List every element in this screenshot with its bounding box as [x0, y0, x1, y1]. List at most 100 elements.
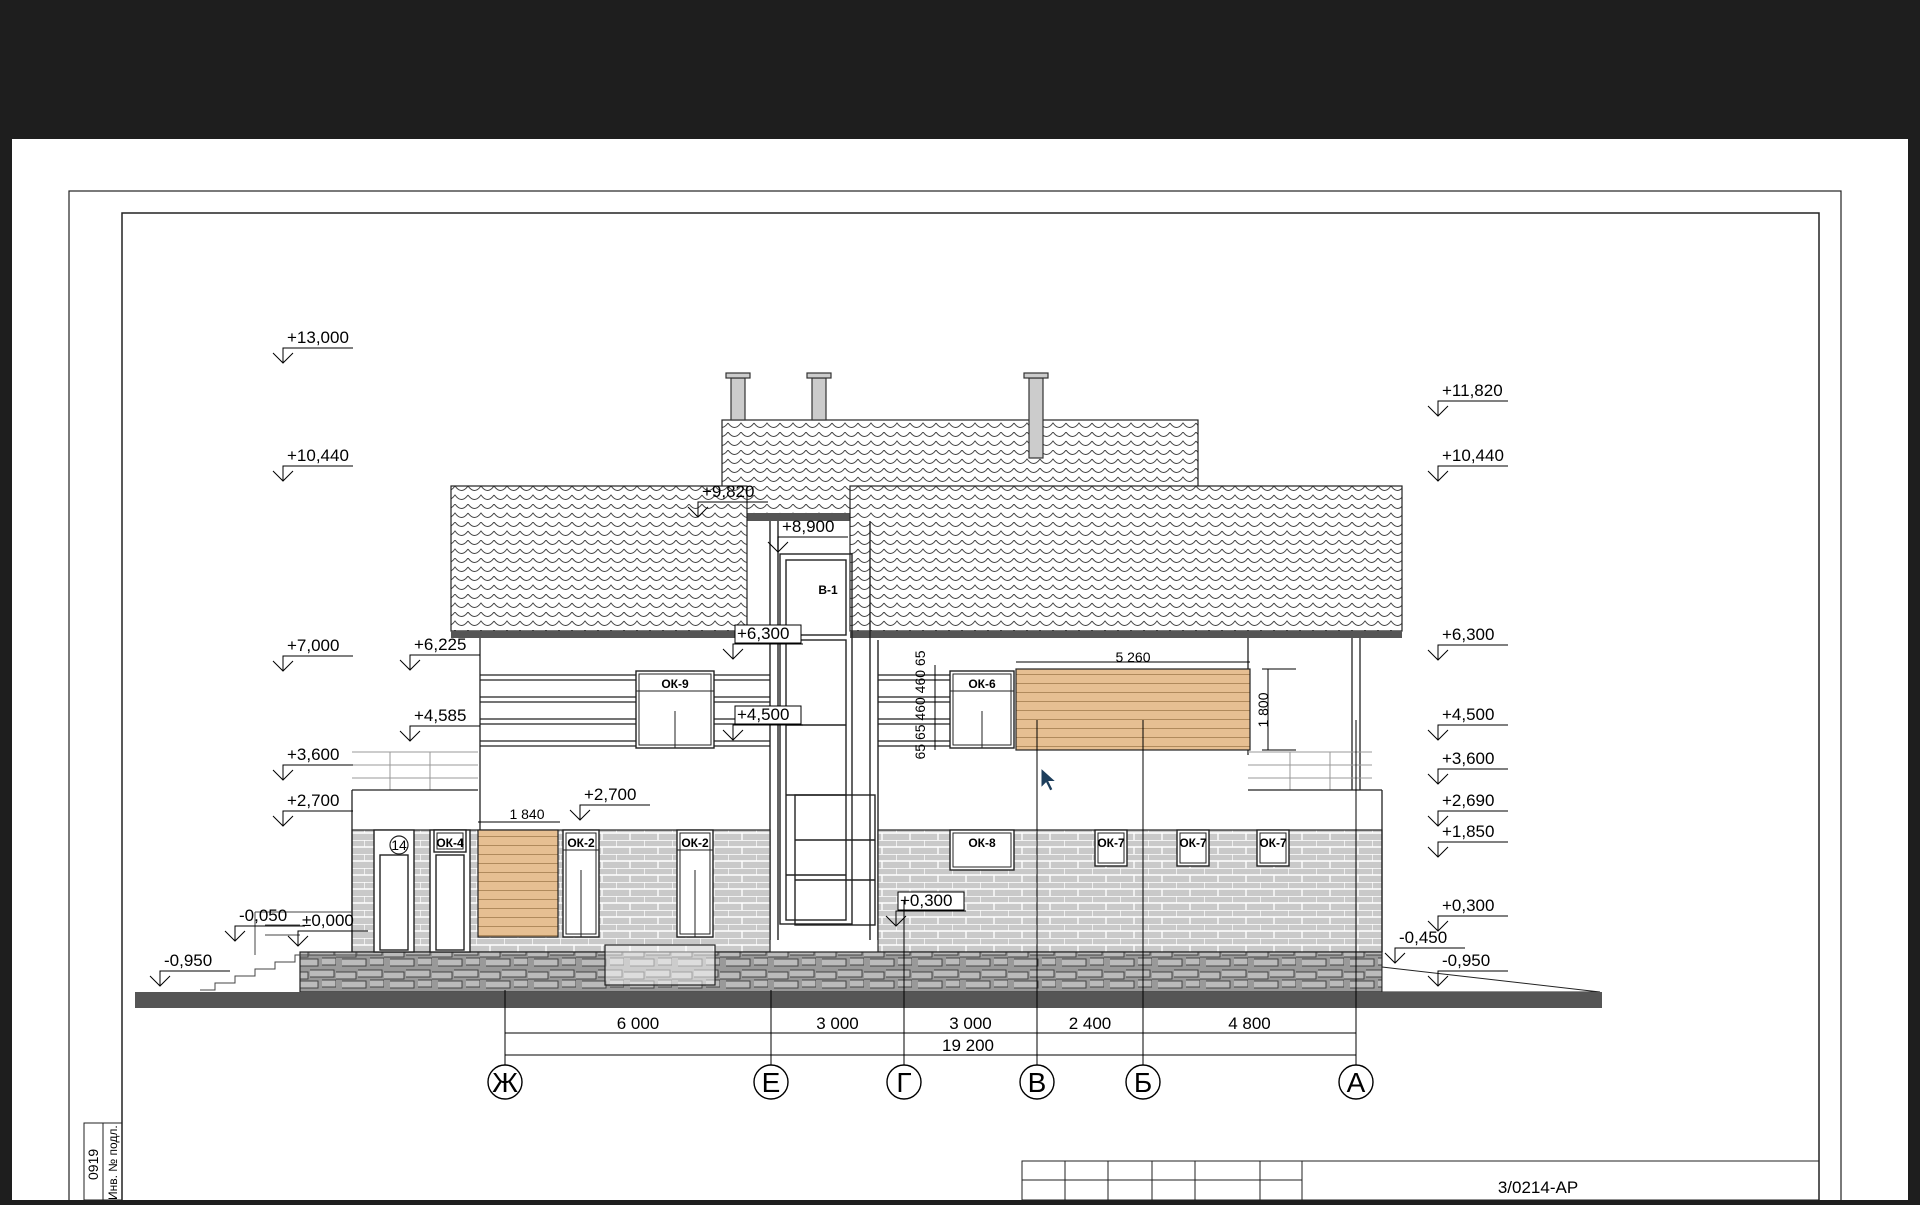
level-text: ±0,000	[302, 911, 354, 930]
level-marker: +0,300	[1427, 896, 1508, 932]
level-text: +11,820	[1442, 381, 1503, 400]
dim-segment: 6 000	[617, 1014, 660, 1033]
axis-bubble: Г	[886, 1064, 922, 1100]
right-roof	[849, 485, 1403, 632]
window-label: ОК-4	[436, 836, 464, 850]
axis-label: Ж	[492, 1067, 518, 1098]
window: ОК-9	[635, 670, 715, 749]
axis-label: В	[1028, 1067, 1047, 1098]
dim-1840: 1 840	[509, 806, 544, 822]
level-text: +9,820	[702, 482, 754, 501]
dim-total: 19 200	[942, 1036, 994, 1055]
door-label: В-1	[818, 583, 838, 597]
level-text: +2,690	[1442, 791, 1494, 810]
door-number: 14	[391, 837, 407, 853]
balcony-left	[352, 751, 478, 790]
dim-segment: 2 400	[1069, 1014, 1112, 1033]
window-label: ОК-6	[968, 677, 996, 691]
level-marker: +2,700	[569, 785, 650, 821]
wood-panel-lower	[477, 829, 559, 938]
level-marker: +11,820	[1427, 381, 1508, 417]
window-label: ОК-7	[1097, 836, 1125, 850]
inv-label: Инв. № подл.	[106, 1125, 120, 1200]
window: ОК-6	[949, 670, 1015, 749]
level-text: +2,700	[584, 785, 636, 804]
level-marker: +10,440	[272, 446, 353, 482]
left-roof	[450, 485, 748, 632]
right-roof-edge	[850, 631, 1402, 638]
level-marker: +4,585	[399, 706, 480, 742]
title-block	[1021, 1160, 1820, 1201]
grid-axis-lines	[504, 1062, 1357, 1066]
left-roof-edge	[451, 631, 747, 638]
stone-plinth	[299, 951, 1383, 993]
drawing-code: 3/0214-АР	[1498, 1178, 1578, 1197]
axis-label: Б	[1134, 1067, 1152, 1098]
axis-bubble: Ж	[487, 1064, 523, 1100]
level-marker: +1,850	[1427, 822, 1508, 858]
axis-bubble: Е	[753, 1064, 789, 1100]
dim-segment: 4 800	[1228, 1014, 1271, 1033]
window: ОК-7	[1094, 829, 1128, 867]
window: ОК-7	[1176, 829, 1210, 867]
axis-bubble: А	[1338, 1064, 1374, 1100]
level-text: +1,850	[1442, 822, 1494, 841]
wood-panel-upper	[1015, 668, 1251, 751]
level-text: +0,300	[1442, 896, 1494, 915]
grid-axes: ЖЕГВБА	[487, 1064, 1374, 1100]
balcony-right	[1248, 751, 1372, 790]
level-marker: +6,300	[722, 624, 803, 660]
level-text: +7,000	[287, 636, 339, 655]
window: ОК-8	[949, 829, 1015, 871]
ground-line	[135, 992, 1602, 1008]
level-text: +13,000	[287, 328, 349, 347]
drawing-page: 14 ОК-9 ОК-6 ОК-4 ОК-2 ОК-2 ОК-8 ОК-7 ОК-7 ОК-7 …	[12, 139, 1908, 1205]
level-text: +0,300	[900, 891, 952, 910]
dim-segment: 3 000	[949, 1014, 992, 1033]
window: ОК-7	[1256, 829, 1290, 867]
level-marker: +2,690	[1427, 791, 1508, 827]
dim-1800: 1 800	[1255, 692, 1271, 727]
dimension-segments: 6 000 3 000 3 000 2 400 4 800	[617, 1014, 1271, 1033]
axis-label: Г	[896, 1067, 911, 1098]
level-marker: +3,600	[272, 745, 353, 781]
axis-label: Е	[762, 1067, 781, 1098]
level-text: +6,300	[1442, 625, 1494, 644]
axis-label: А	[1347, 1067, 1366, 1098]
axis-bubble: Б	[1125, 1064, 1161, 1100]
dim-5260: 5 260	[1115, 649, 1150, 665]
level-text: -0,450	[1399, 928, 1447, 947]
window-label: ОК-2	[681, 836, 709, 850]
level-marker: +10,440	[1427, 446, 1508, 482]
dim-stack: 65 65 460 460 65	[912, 650, 928, 759]
window-label: ОК-7	[1179, 836, 1207, 850]
level-text: +4,500	[737, 705, 789, 724]
axis-bubble: В	[1019, 1064, 1055, 1100]
level-marker: +13,000	[272, 328, 353, 364]
level-text: +2,700	[287, 791, 339, 810]
side-stamp: 0919 Инв. № подл.	[83, 1122, 123, 1201]
level-marker: -0,050	[224, 906, 305, 942]
level-marker: +7,000	[272, 636, 353, 672]
level-text: -0,050	[239, 906, 287, 925]
level-text: +8,900	[782, 517, 834, 536]
document-viewer: 14 ОК-9 ОК-6 ОК-4 ОК-2 ОК-2 ОК-8 ОК-7 ОК-7 ОК-7 …	[0, 0, 1920, 1205]
level-text: +10,440	[1442, 446, 1504, 465]
level-marker: +6,225	[399, 635, 480, 671]
elevation-drawing: 14 ОК-9 ОК-6ОК-4 ОК-2 ОК-2 ОК-8 ОК-7 ОК-7 ОК-7 …	[68, 190, 1842, 1205]
window: ОК-4	[433, 829, 467, 853]
window: ОК-2	[562, 829, 600, 938]
mouse-cursor-icon	[1040, 766, 1058, 792]
level-marker: +8,900	[767, 517, 848, 553]
window-label: ОК-7	[1259, 836, 1287, 850]
bench	[604, 944, 716, 986]
inv-number: 0919	[85, 1149, 101, 1180]
level-text: +4,585	[414, 706, 466, 725]
level-text: -0,950	[1442, 951, 1490, 970]
window-label: ОК-8	[968, 836, 996, 850]
level-marker: +6,300	[1427, 625, 1508, 661]
window: ОК-2	[676, 829, 714, 938]
level-marker: +2,700	[272, 791, 353, 827]
level-marker: +4,500	[1427, 705, 1508, 741]
level-text: +10,440	[287, 446, 349, 465]
